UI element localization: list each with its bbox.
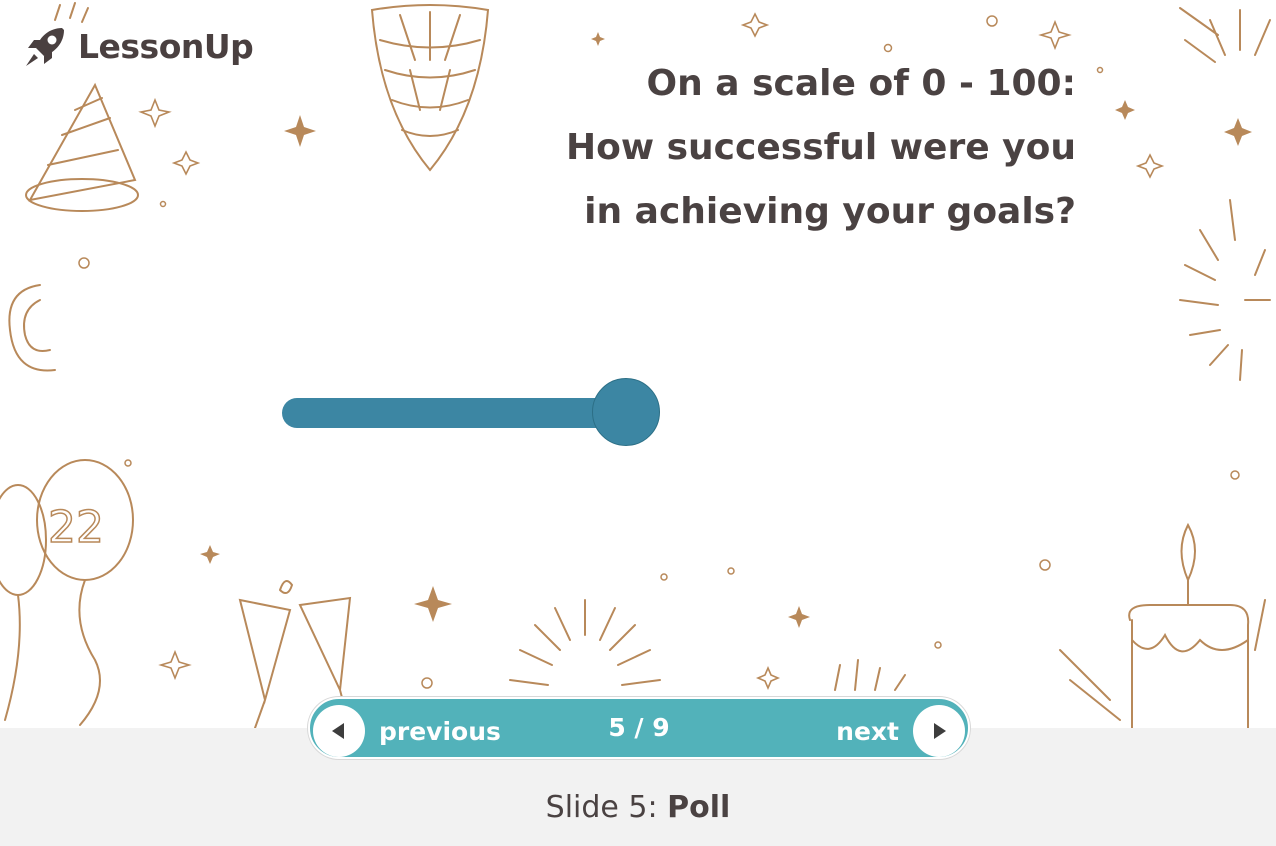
lesson-viewer: 22 LessonUp On a scale of 0 - 100: How s… xyxy=(0,0,1276,846)
rocket-icon xyxy=(26,28,64,66)
firework-doodle-top-right xyxy=(1179,7,1271,381)
previous-label[interactable]: previous xyxy=(379,717,501,746)
firework-doodle-center xyxy=(509,599,906,691)
question-line: How successful were you xyxy=(565,127,1076,168)
next-label[interactable]: next xyxy=(836,717,899,746)
next-icon-circle[interactable] xyxy=(913,705,965,757)
next-button[interactable]: next xyxy=(836,702,965,760)
slide-navigation: 5 / 9 previous next xyxy=(308,697,970,759)
slide-caption: Slide 5: Poll xyxy=(0,790,1276,825)
slider-fill xyxy=(282,398,626,428)
candle-doodle xyxy=(1059,522,1266,728)
balloons-doodle: 22 xyxy=(0,459,134,726)
slide-canvas: 22 LessonUp On a scale of 0 - 100: How s… xyxy=(0,0,1276,728)
lessonup-logo: LessonUp xyxy=(22,22,254,70)
svg-text:22: 22 xyxy=(48,502,104,553)
caption-slide-type: Poll xyxy=(667,790,731,825)
brand-name: LessonUp xyxy=(78,26,254,66)
previous-icon-circle[interactable] xyxy=(313,705,365,757)
poll-slider[interactable] xyxy=(282,378,682,448)
poll-question: On a scale of 0 - 100: How successful we… xyxy=(376,52,1076,244)
caption-prefix: Slide 5: xyxy=(545,790,658,825)
previous-button[interactable]: previous xyxy=(313,702,501,760)
triangle-left-icon xyxy=(332,723,344,739)
slider-thumb[interactable] xyxy=(592,378,660,446)
question-line: On a scale of 0 - 100: xyxy=(646,63,1076,104)
question-line: in achieving your goals? xyxy=(584,191,1076,232)
swirl-doodle xyxy=(8,284,56,372)
triangle-right-icon xyxy=(934,723,946,739)
